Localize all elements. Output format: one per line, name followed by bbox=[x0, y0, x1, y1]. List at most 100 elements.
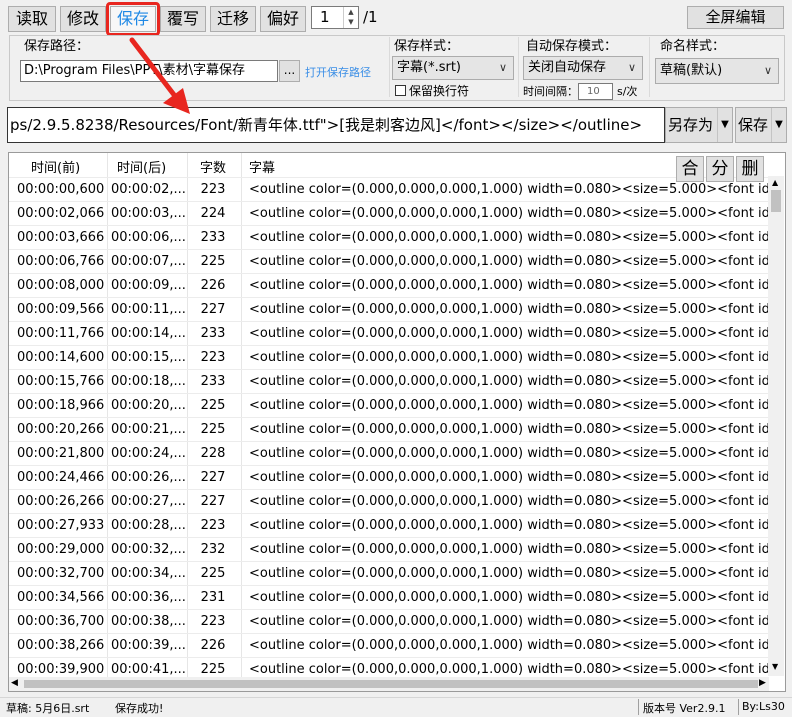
subtitle-cell: <outline color=(0.000,0.000,0.000,1.000)… bbox=[249, 278, 769, 293]
save-path-input[interactable]: D:\Program Files\PPT\素材\字幕保存 bbox=[20, 60, 278, 82]
subtitle-table[interactable]: 时间(前) 时间(后) 字数 字幕 00:00:00,600 00:00:02,.… bbox=[8, 152, 786, 692]
table-row[interactable]: 00:00:15,766 00:00:18,... 233 <outline colo… bbox=[9, 369, 769, 393]
chevron-up-icon[interactable]: ▲ bbox=[344, 7, 358, 17]
fullscreen-edit-button[interactable]: 全屏编辑 bbox=[687, 6, 784, 29]
status-author: By:Ls30 bbox=[742, 700, 785, 713]
subtitle-cell: <outline color=(0.000,0.000,0.000,1.000)… bbox=[249, 614, 769, 629]
keep-newline-checkbox[interactable] bbox=[395, 85, 406, 96]
split-button[interactable]: 分 bbox=[706, 156, 734, 182]
column-header[interactable]: 字幕 bbox=[249, 157, 275, 176]
time-end-cell: 00:00:26,... bbox=[111, 470, 186, 485]
table-row[interactable]: 00:00:36,700 00:00:38,... 223 <outline colo… bbox=[9, 609, 769, 633]
time-start-cell: 00:00:36,700 bbox=[17, 614, 105, 629]
time-end-cell: 00:00:09,... bbox=[111, 278, 186, 293]
subtitle-text-input[interactable]: ps/2.9.5.8238/Resources/Font/新青年体.ttf">[… bbox=[7, 107, 665, 143]
auto-save-select[interactable]: 关闭自动保存 ∨ bbox=[523, 56, 643, 80]
scroll-down-icon[interactable]: ▼ bbox=[772, 662, 778, 671]
keep-newline-label: 保留换行符 bbox=[409, 84, 470, 98]
table-row[interactable]: 00:00:21,800 00:00:24,... 228 <outline colo… bbox=[9, 441, 769, 465]
table-row[interactable]: 00:00:02,066 00:00:03,... 224 <outline colo… bbox=[9, 201, 769, 225]
time-start-cell: 00:00:27,933 bbox=[17, 518, 105, 533]
time-end-cell: 00:00:28,... bbox=[111, 518, 186, 533]
table-row[interactable]: 00:00:14,600 00:00:15,... 223 <outline colo… bbox=[9, 345, 769, 369]
column-header[interactable]: 时间(前) bbox=[31, 157, 80, 176]
tab-modify[interactable]: 修改 bbox=[60, 6, 106, 32]
table-row[interactable]: 00:00:09,566 00:00:11,... 227 <outline colo… bbox=[9, 297, 769, 321]
save-style-select[interactable]: 字幕(*.srt) ∨ bbox=[392, 56, 514, 80]
chevron-down-icon: ∨ bbox=[627, 61, 636, 74]
subtitle-cell: <outline color=(0.000,0.000,0.000,1.000)… bbox=[249, 566, 769, 581]
subtitle-cell: <outline color=(0.000,0.000,0.000,1.000)… bbox=[249, 350, 769, 365]
char-count-cell: 228 bbox=[200, 446, 226, 461]
tab-preferences[interactable]: 偏好 bbox=[260, 6, 306, 32]
vertical-scroll-thumb[interactable] bbox=[771, 190, 781, 212]
time-end-cell: 00:00:39,... bbox=[111, 638, 186, 653]
chevron-down-icon[interactable]: ▼ bbox=[771, 108, 786, 142]
save-as-button[interactable]: 另存为 ▼ bbox=[665, 107, 733, 143]
column-header[interactable]: 时间(后) bbox=[117, 157, 166, 176]
interval-input[interactable]: 10 bbox=[578, 83, 613, 100]
time-start-cell: 00:00:08,000 bbox=[17, 278, 105, 293]
horizontal-scroll-thumb[interactable] bbox=[24, 680, 758, 688]
char-count-cell: 233 bbox=[200, 326, 226, 341]
status-draft: 草稿: 5月6日.srt bbox=[6, 702, 90, 715]
subtitle-cell: <outline color=(0.000,0.000,0.000,1.000)… bbox=[249, 302, 769, 317]
time-start-cell: 00:00:21,800 bbox=[17, 446, 105, 461]
tab-read[interactable]: 读取 bbox=[8, 6, 56, 32]
time-start-cell: 00:00:24,466 bbox=[17, 470, 105, 485]
interval-unit: s/次 bbox=[617, 85, 638, 98]
time-start-cell: 00:00:34,566 bbox=[17, 590, 105, 605]
page-stepper[interactable]: 1 ▲ ▼ bbox=[311, 6, 359, 29]
subtitle-cell: <outline color=(0.000,0.000,0.000,1.000)… bbox=[249, 254, 769, 269]
subtitle-cell: <outline color=(0.000,0.000,0.000,1.000)… bbox=[249, 206, 769, 221]
save-style-value: 字幕(*.srt) bbox=[397, 60, 461, 75]
vertical-scrollbar[interactable]: ▲ ▼ bbox=[768, 176, 784, 676]
tab-overwrite[interactable]: 覆写 bbox=[160, 6, 206, 32]
table-row[interactable]: 00:00:06,766 00:00:07,... 225 <outline colo… bbox=[9, 249, 769, 273]
table-row[interactable]: 00:00:11,766 00:00:14,... 233 <outline colo… bbox=[9, 321, 769, 345]
scroll-up-icon[interactable]: ▲ bbox=[772, 178, 778, 187]
table-row[interactable]: 00:00:26,266 00:00:27,... 227 <outline colo… bbox=[9, 489, 769, 513]
naming-select[interactable]: 草稿(默认) ∨ bbox=[655, 58, 779, 84]
delete-button[interactable]: 删 bbox=[736, 156, 764, 182]
scroll-right-icon[interactable]: ▶ bbox=[759, 678, 766, 688]
table-row[interactable]: 00:00:00,600 00:00:02,... 223 <outline colo… bbox=[9, 177, 769, 201]
chevron-down-icon[interactable]: ▼ bbox=[717, 108, 732, 142]
char-count-cell: 227 bbox=[200, 470, 226, 485]
subtitle-cell: <outline color=(0.000,0.000,0.000,1.000)… bbox=[249, 518, 769, 533]
column-header[interactable]: 字数 bbox=[200, 157, 226, 176]
table-row[interactable]: 00:00:27,933 00:00:28,... 223 <outline colo… bbox=[9, 513, 769, 537]
table-row[interactable]: 00:00:08,000 00:00:09,... 226 <outline colo… bbox=[9, 273, 769, 297]
table-row[interactable]: 00:00:32,700 00:00:34,... 225 <outline colo… bbox=[9, 561, 769, 585]
time-start-cell: 00:00:20,266 bbox=[17, 422, 105, 437]
time-start-cell: 00:00:06,766 bbox=[17, 254, 105, 269]
save-path-label: 保存路径： bbox=[24, 39, 90, 54]
subtitle-cell: <outline color=(0.000,0.000,0.000,1.000)… bbox=[249, 230, 769, 245]
merge-button[interactable]: 合 bbox=[676, 156, 704, 182]
time-end-cell: 00:00:21,... bbox=[111, 422, 186, 437]
char-count-cell: 227 bbox=[200, 494, 226, 509]
table-row[interactable]: 00:00:29,000 00:00:32,... 232 <outline colo… bbox=[9, 537, 769, 561]
time-end-cell: 00:00:02,... bbox=[111, 182, 186, 197]
table-row[interactable]: 00:00:03,666 00:00:06,... 233 <outline colo… bbox=[9, 225, 769, 249]
time-start-cell: 00:00:29,000 bbox=[17, 542, 105, 557]
save-button[interactable]: 保存 ▼ bbox=[735, 107, 787, 143]
table-row[interactable]: 00:00:38,266 00:00:39,... 226 <outline colo… bbox=[9, 633, 769, 657]
table-row[interactable]: 00:00:20,266 00:00:21,... 225 <outline colo… bbox=[9, 417, 769, 441]
chevron-down-icon[interactable]: ▼ bbox=[344, 17, 358, 27]
table-row[interactable]: 00:00:34,566 00:00:36,... 231 <outline colo… bbox=[9, 585, 769, 609]
table-row[interactable]: 00:00:24,466 00:00:26,... 227 <outline colo… bbox=[9, 465, 769, 489]
char-count-cell: 232 bbox=[200, 542, 226, 557]
subtitle-cell: <outline color=(0.000,0.000,0.000,1.000)… bbox=[249, 494, 769, 509]
char-count-cell: 227 bbox=[200, 302, 226, 317]
char-count-cell: 233 bbox=[200, 230, 226, 245]
char-count-cell: 233 bbox=[200, 374, 226, 389]
scroll-left-icon[interactable]: ◀ bbox=[11, 678, 18, 688]
table-row[interactable]: 00:00:18,966 00:00:20,... 225 <outline colo… bbox=[9, 393, 769, 417]
open-save-path-link[interactable]: 打开保存路径 bbox=[305, 64, 371, 80]
time-start-cell: 00:00:38,266 bbox=[17, 638, 105, 653]
chevron-down-icon: ∨ bbox=[498, 61, 507, 74]
browse-button[interactable]: ... bbox=[279, 60, 300, 82]
time-end-cell: 00:00:07,... bbox=[111, 254, 186, 269]
tab-migrate[interactable]: 迁移 bbox=[210, 6, 256, 32]
